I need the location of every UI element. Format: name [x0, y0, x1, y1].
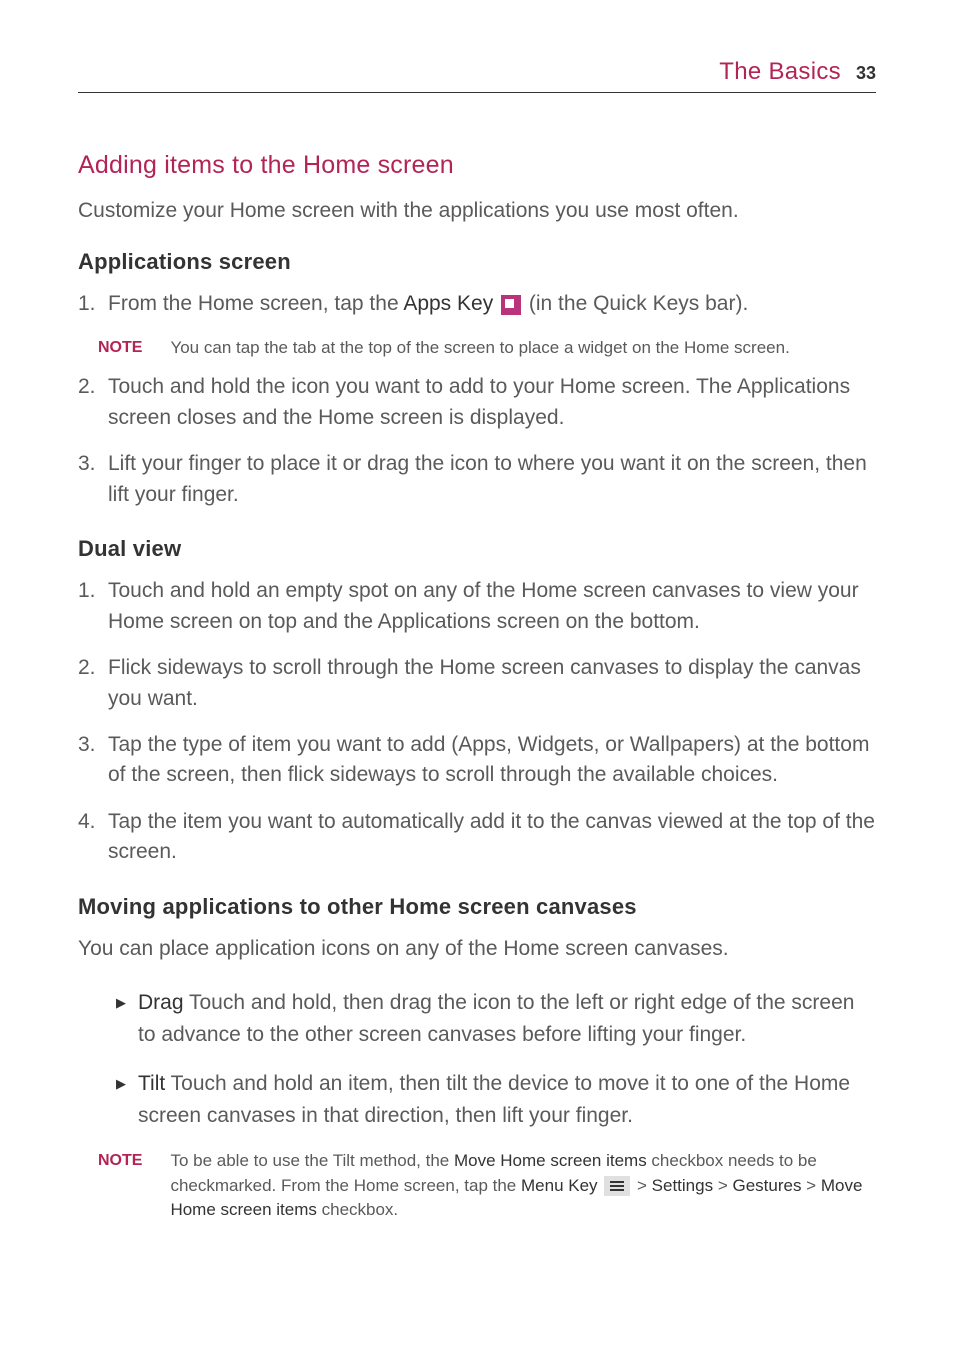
list-item: 2. Flick sideways to scroll through the …	[78, 653, 876, 714]
list-item: 1. Touch and hold an empty spot on any o…	[78, 576, 876, 637]
text-fragment: >	[632, 1176, 651, 1195]
text-fragment: Lift your finger to place it or drag the…	[108, 452, 867, 505]
text-fragment: checkbox.	[317, 1200, 398, 1219]
list-number: 1.	[78, 576, 96, 606]
heading-adding-items: Adding items to the Home screen	[78, 151, 876, 180]
note-text: To be able to use the Tilt method, the M…	[170, 1149, 876, 1223]
triangle-bullet-icon: ▶	[116, 993, 126, 1013]
hamburger-menu-icon	[604, 1176, 630, 1196]
text-fragment: Touch and hold the icon you want to add …	[108, 375, 850, 428]
text-fragment: >	[713, 1176, 732, 1195]
apps-key-label: Apps Key	[403, 292, 493, 315]
page-header: The Basics 33	[78, 58, 876, 93]
list-number: 2.	[78, 653, 96, 683]
list-number: 3.	[78, 730, 96, 760]
intro-text: You can place application icons on any o…	[78, 934, 876, 963]
list-item: 1. From the Home screen, tap the Apps Ke…	[78, 289, 876, 319]
list-number: 1.	[78, 289, 96, 319]
note-row: NOTE You can tap the tab at the top of t…	[78, 336, 876, 361]
bold-text: Move Home screen items	[454, 1151, 647, 1170]
text-fragment: Tap the type of item you want to add (Ap…	[108, 733, 869, 786]
note-label: NOTE	[98, 336, 142, 361]
apps-grid-icon	[501, 295, 521, 315]
text-fragment: (in the Quick Keys bar).	[523, 292, 748, 315]
triangle-bullet-icon: ▶	[116, 1074, 126, 1094]
bold-text: Gestures	[732, 1176, 801, 1195]
list-number: 4.	[78, 807, 96, 837]
list-number: 3.	[78, 449, 96, 479]
bold-text: Menu Key	[521, 1176, 598, 1195]
bullet-item-tilt: ▶ Tilt Touch and hold an item, then tilt…	[78, 1068, 876, 1131]
drag-label: Drag	[138, 991, 184, 1014]
note-label: NOTE	[98, 1149, 142, 1223]
note-row: NOTE To be able to use the Tilt method, …	[78, 1149, 876, 1223]
list-item: 4. Tap the item you want to automaticall…	[78, 807, 876, 868]
list-item: 2. Touch and hold the icon you want to a…	[78, 372, 876, 433]
text-fragment: Touch and hold an empty spot on any of t…	[108, 579, 859, 632]
list-number: 2.	[78, 372, 96, 402]
text-fragment: Touch and hold an item, then tilt the de…	[138, 1072, 850, 1127]
text-fragment: Touch and hold, then drag the icon to th…	[138, 991, 854, 1046]
tilt-label: Tilt	[138, 1072, 165, 1095]
list-item: 3. Lift your finger to place it or drag …	[78, 449, 876, 510]
intro-text: Customize your Home screen with the appl…	[78, 196, 876, 225]
text-fragment: Tap the item you want to automatically a…	[108, 810, 875, 863]
text-fragment: Flick sideways to scroll through the Hom…	[108, 656, 861, 709]
bold-text: Settings	[652, 1176, 713, 1195]
heading-dual-view: Dual view	[78, 536, 876, 562]
heading-moving-apps: Moving applications to other Home screen…	[78, 894, 876, 920]
header-title: The Basics	[719, 58, 841, 86]
bullet-item-drag: ▶ Drag Touch and hold, then drag the ico…	[78, 987, 876, 1050]
page-number: 33	[856, 63, 876, 84]
text-fragment: From the Home screen, tap the	[108, 292, 403, 315]
text-fragment: To be able to use the Tilt method, the	[170, 1151, 454, 1170]
heading-applications-screen: Applications screen	[78, 249, 876, 275]
note-text: You can tap the tab at the top of the sc…	[170, 336, 876, 361]
list-item: 3. Tap the type of item you want to add …	[78, 730, 876, 791]
text-fragment: >	[801, 1176, 820, 1195]
